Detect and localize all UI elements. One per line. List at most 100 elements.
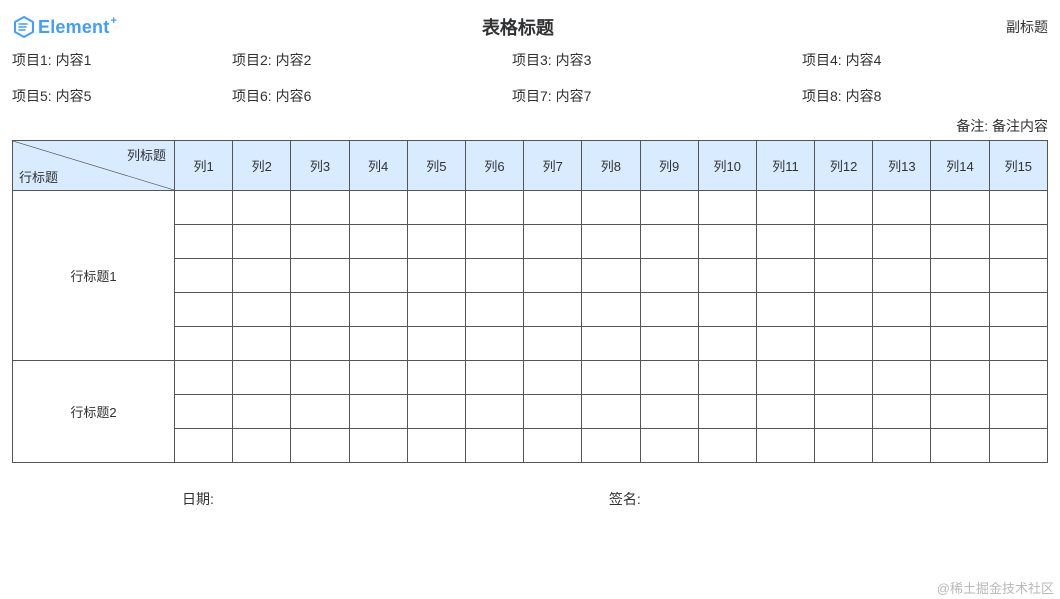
table-cell xyxy=(291,429,349,463)
table-cell xyxy=(233,361,291,395)
item-value: 内容1 xyxy=(56,52,92,68)
table-cell xyxy=(524,191,582,225)
table-cell xyxy=(815,293,873,327)
table-cell xyxy=(465,259,523,293)
item-value: 内容4 xyxy=(846,52,882,68)
table-cell xyxy=(756,259,814,293)
table-cell xyxy=(291,361,349,395)
table-cell xyxy=(233,191,291,225)
table-cell xyxy=(873,225,931,259)
table-cell xyxy=(175,293,233,327)
info-items-grid: 项目1: 内容1 项目2: 内容2 项目3: 内容3 项目4: 内容4 项目5:… xyxy=(12,50,1048,106)
table-cell xyxy=(349,395,407,429)
table-cell xyxy=(698,361,756,395)
table-cell xyxy=(640,395,698,429)
table-cell xyxy=(233,429,291,463)
table-cell xyxy=(698,429,756,463)
item-label: 项目5 xyxy=(12,88,48,104)
table-cell xyxy=(931,293,989,327)
column-header: 列1 xyxy=(175,141,233,191)
table-row: 行标题1 xyxy=(13,191,1048,225)
table-cell xyxy=(582,225,640,259)
table-cell xyxy=(815,191,873,225)
column-header: 列11 xyxy=(756,141,814,191)
item-label: 项目6 xyxy=(232,88,268,104)
table-cell xyxy=(233,225,291,259)
table-cell xyxy=(815,225,873,259)
row-group-header: 行标题1 xyxy=(13,191,175,361)
info-item: 项目5: 内容5 xyxy=(12,86,232,106)
table-cell xyxy=(524,327,582,361)
table-cell xyxy=(698,225,756,259)
table-cell xyxy=(407,395,465,429)
table-cell xyxy=(524,361,582,395)
table-cell xyxy=(873,259,931,293)
table-cell xyxy=(349,327,407,361)
table-cell xyxy=(698,191,756,225)
column-header: 列9 xyxy=(640,141,698,191)
table-cell xyxy=(931,327,989,361)
table-cell xyxy=(465,395,523,429)
item-label: 项目4 xyxy=(802,52,838,68)
table-cell xyxy=(756,395,814,429)
table-cell xyxy=(407,259,465,293)
corner-col-label: 列标题 xyxy=(127,145,166,164)
column-header: 列6 xyxy=(465,141,523,191)
table-cell xyxy=(407,361,465,395)
table-cell xyxy=(407,191,465,225)
table-cell xyxy=(465,225,523,259)
table-cell xyxy=(291,259,349,293)
table-cell xyxy=(582,327,640,361)
page-title: 表格标题 xyxy=(68,14,968,40)
table-cell xyxy=(931,361,989,395)
table-body: 行标题1行标题2 xyxy=(13,191,1048,463)
table-cell xyxy=(756,293,814,327)
table-cell xyxy=(931,225,989,259)
table-corner-cell: 列标题 行标题 xyxy=(13,141,175,191)
table-header-row: 列标题 行标题 列1列2列3列4列5列6列7列8列9列10列11列12列13列1… xyxy=(13,141,1048,191)
table-cell xyxy=(349,429,407,463)
table-cell xyxy=(407,225,465,259)
table-cell xyxy=(815,259,873,293)
table-cell xyxy=(756,225,814,259)
table-cell xyxy=(233,327,291,361)
table-cell xyxy=(465,429,523,463)
table-cell xyxy=(233,395,291,429)
table-cell xyxy=(349,293,407,327)
table-cell xyxy=(175,429,233,463)
table-cell xyxy=(873,429,931,463)
table-cell xyxy=(407,327,465,361)
table-cell xyxy=(989,293,1047,327)
table-cell xyxy=(465,327,523,361)
info-item: 项目6: 内容6 xyxy=(232,86,512,106)
table-cell xyxy=(931,191,989,225)
table-cell xyxy=(815,361,873,395)
column-header: 列5 xyxy=(407,141,465,191)
column-header: 列3 xyxy=(291,141,349,191)
item-value: 内容5 xyxy=(56,88,92,104)
column-header: 列12 xyxy=(815,141,873,191)
table-cell xyxy=(233,293,291,327)
table-cell xyxy=(291,191,349,225)
table-cell xyxy=(698,293,756,327)
column-header: 列8 xyxy=(582,141,640,191)
table-cell xyxy=(524,429,582,463)
table-cell xyxy=(175,259,233,293)
column-header: 列10 xyxy=(698,141,756,191)
table-cell xyxy=(582,395,640,429)
table-cell xyxy=(582,361,640,395)
table-cell xyxy=(989,225,1047,259)
remark: 备注: 备注内容 xyxy=(12,116,1048,136)
item-label: 项目7 xyxy=(512,88,548,104)
table-cell xyxy=(465,361,523,395)
table-cell xyxy=(175,327,233,361)
table-cell xyxy=(524,293,582,327)
table-cell xyxy=(349,259,407,293)
sign-label: 签名: xyxy=(609,489,641,509)
table-cell xyxy=(640,361,698,395)
table-cell xyxy=(989,191,1047,225)
table-cell xyxy=(873,327,931,361)
table-cell xyxy=(989,395,1047,429)
info-item: 项目3: 内容3 xyxy=(512,50,802,70)
table-cell xyxy=(524,225,582,259)
